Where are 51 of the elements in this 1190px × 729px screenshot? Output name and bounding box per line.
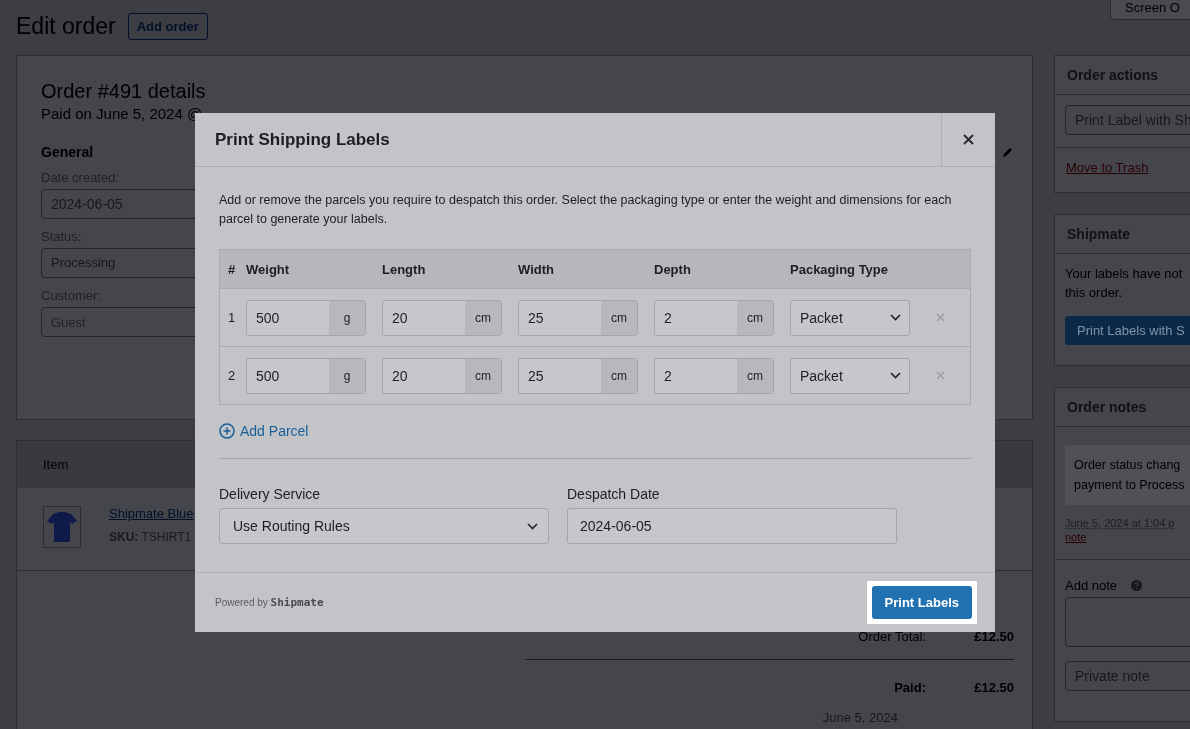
plus-circle-icon bbox=[219, 423, 235, 439]
page-title: Edit order bbox=[16, 12, 116, 40]
dialog-title: Print Shipping Labels bbox=[214, 128, 391, 151]
row-number: 2 bbox=[227, 368, 237, 383]
column-header: Length bbox=[382, 261, 427, 277]
close-icon[interactable] bbox=[963, 134, 974, 145]
width-field[interactable]: 25 cm bbox=[518, 357, 638, 394]
column-header: Item bbox=[43, 456, 69, 472]
column-header: Depth bbox=[654, 261, 692, 277]
powered-by-text: Powered by Shipmate bbox=[215, 596, 324, 609]
panel-title: Order notes bbox=[1055, 388, 1190, 427]
remove-icon[interactable] bbox=[936, 371, 945, 380]
print-labels-button[interactable]: Print Labels with S bbox=[1065, 316, 1190, 345]
chevron-down-icon bbox=[890, 314, 901, 321]
length-field[interactable]: 20 cm bbox=[382, 299, 502, 336]
packaging-select[interactable]: Packet bbox=[790, 357, 910, 394]
weight-field[interactable]: 500 g bbox=[246, 357, 366, 394]
delivery-service-select[interactable]: Use Routing Rules bbox=[219, 508, 549, 544]
width-field[interactable]: 25 cm bbox=[518, 299, 638, 336]
panel-title: Order actions bbox=[1055, 56, 1190, 95]
total-label: Order Total: bbox=[857, 629, 926, 646]
depth-field[interactable]: 2 cm bbox=[654, 357, 774, 394]
despatch-date-field[interactable]: 2024-06-05 bbox=[567, 508, 897, 544]
add-parcel-link[interactable]: Add Parcel bbox=[219, 423, 309, 439]
column-header: Packaging Type bbox=[790, 261, 888, 277]
row-number: 1 bbox=[227, 310, 237, 325]
remove-icon[interactable] bbox=[936, 313, 945, 322]
help-icon[interactable] bbox=[1131, 580, 1143, 591]
print-labels-button[interactable]: Print Labels bbox=[871, 586, 972, 619]
weight-field[interactable]: 500 g bbox=[246, 299, 366, 336]
chevron-down-icon bbox=[890, 372, 901, 379]
add-note-label: Add note bbox=[1065, 578, 1118, 593]
section-heading: General bbox=[41, 144, 94, 160]
labels-status-text: Your labels have not this order. bbox=[1065, 265, 1184, 302]
order-note: Order status chang payment to Process bbox=[1065, 445, 1190, 505]
order-title: Order #491 details bbox=[41, 80, 206, 103]
column-header: Weight bbox=[246, 261, 291, 277]
tshirt-icon bbox=[43, 506, 81, 548]
chevron-down-icon bbox=[527, 522, 538, 530]
column-header: # bbox=[227, 261, 237, 277]
length-field[interactable]: 20 cm bbox=[382, 357, 502, 394]
total-value: £12.50 bbox=[973, 629, 1014, 646]
column-header: Width bbox=[518, 261, 555, 277]
depth-field[interactable]: 2 cm bbox=[654, 299, 774, 336]
field-label: Despatch Date bbox=[567, 486, 661, 502]
total-label: Paid: bbox=[893, 680, 926, 697]
pencil-icon[interactable] bbox=[1002, 146, 1014, 158]
packaging-select[interactable]: Packet bbox=[790, 299, 910, 336]
panel-title: Shipmate bbox=[1055, 215, 1190, 254]
total-value: £12.50 bbox=[973, 680, 1014, 697]
field-label: Delivery Service bbox=[219, 486, 322, 502]
